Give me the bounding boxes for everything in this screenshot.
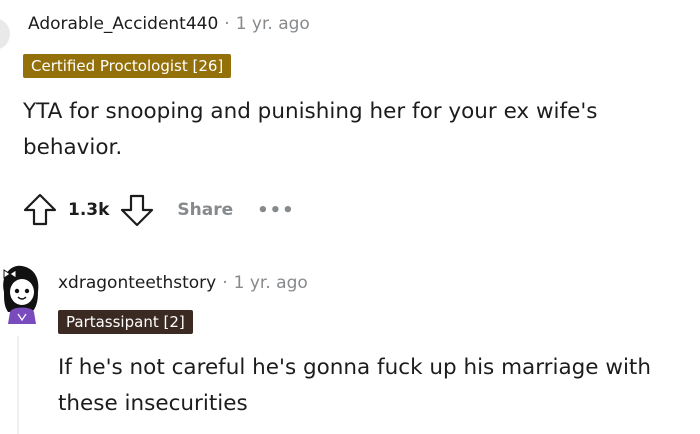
username[interactable]: xdragonteethstory: [58, 273, 216, 293]
separator: ·: [224, 14, 230, 34]
timestamp[interactable]: 1 yr. ago: [236, 14, 310, 34]
thread-line[interactable]: [17, 336, 19, 434]
comment-actions: 1.3k Share •••: [22, 192, 295, 228]
downvote-icon[interactable]: [119, 192, 155, 228]
timestamp[interactable]: 1 yr. ago: [234, 273, 308, 293]
avatar[interactable]: [0, 262, 44, 326]
comment-body: YTA for snooping and punishing her for y…: [23, 99, 598, 160]
user-flair: Certified Proctologist [26]: [23, 54, 232, 78]
separator: ·: [222, 273, 228, 293]
avatar[interactable]: [0, 18, 10, 50]
username[interactable]: Adorable_Accident440: [28, 14, 218, 34]
upvote-icon[interactable]: [22, 192, 58, 228]
share-button[interactable]: Share: [177, 200, 233, 220]
more-icon[interactable]: •••: [257, 200, 295, 221]
comment-body: If he's not careful he's gonna fuck up h…: [58, 355, 651, 416]
comment-meta: Adorable_Accident440 · 1 yr. ago: [28, 14, 310, 34]
user-flair: Partassipant [2]: [58, 310, 193, 334]
comment-meta: xdragonteethstory · 1 yr. ago: [58, 273, 308, 293]
vote-score: 1.3k: [68, 200, 110, 220]
